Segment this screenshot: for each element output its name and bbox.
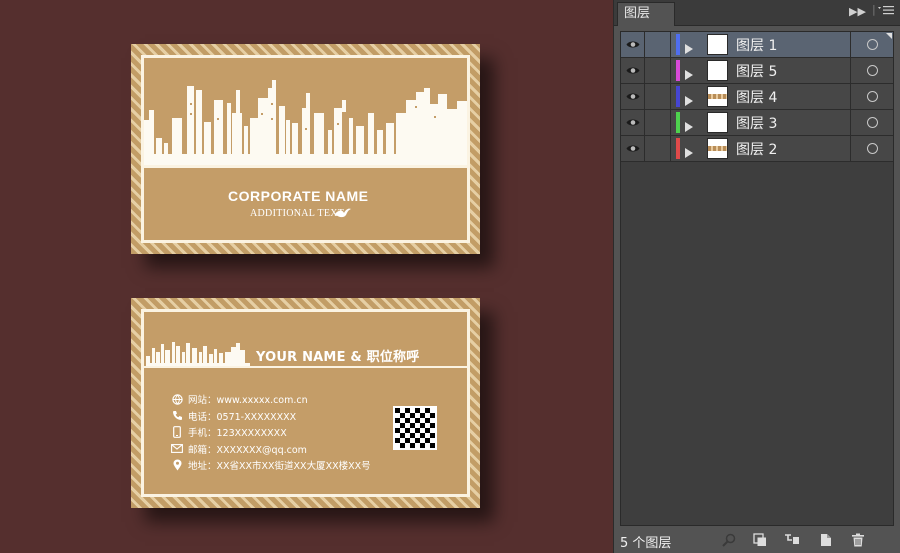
- layer-row[interactable]: 图层 2: [621, 136, 893, 162]
- company-name: CORPORATE NAME: [228, 188, 369, 204]
- visibility-eye-icon[interactable]: [621, 110, 645, 135]
- target-circle-icon: [866, 117, 878, 128]
- layer-name[interactable]: 图层 2: [736, 139, 777, 159]
- layer-row[interactable]: 图层 1: [621, 32, 893, 58]
- phone-icon: [170, 410, 184, 422]
- skyline-ground-band: [144, 165, 467, 168]
- target-circle-icon: [866, 91, 878, 102]
- layer-color-swatch: [676, 60, 680, 81]
- mail-icon: [170, 443, 184, 455]
- expand-arrow-icon[interactable]: [685, 117, 693, 136]
- target-circle-icon: [866, 39, 878, 50]
- layer-color-swatch: [676, 34, 680, 55]
- lock-toggle[interactable]: [646, 136, 671, 161]
- locate-object-icon[interactable]: [721, 532, 737, 548]
- target-circle-icon: [866, 65, 878, 76]
- small-skyline-graphic: [146, 342, 250, 368]
- header-divider: [144, 366, 467, 368]
- visibility-eye-icon[interactable]: [621, 84, 645, 109]
- qr-code: [393, 406, 437, 450]
- contact-email-text: 邮箱：XXXXXXX@qq.com: [188, 444, 307, 456]
- layer-row[interactable]: 图层 4: [621, 84, 893, 110]
- expand-arrow-icon[interactable]: [685, 65, 693, 84]
- tab-layers[interactable]: 图层: [617, 2, 675, 26]
- expand-arrow-icon[interactable]: [685, 39, 693, 58]
- visibility-eye-icon[interactable]: [621, 32, 645, 57]
- business-card-front[interactable]: CORPORATE NAME ADDITIONAL TEXT: [131, 44, 480, 254]
- contact-email: 邮箱：XXXXXXX@qq.com: [170, 441, 371, 458]
- lock-toggle[interactable]: [646, 84, 671, 109]
- additional-text: ADDITIONAL TEXT: [250, 208, 345, 219]
- contact-website: 网站：www.xxxxx.com.cn: [170, 391, 371, 408]
- target-cell[interactable]: [850, 110, 893, 135]
- business-card-back[interactable]: YOUR NAME & 职位称呼 网站：www.xxxxx.com.cn 电话：…: [131, 298, 480, 508]
- layer-thumbnail: [707, 34, 728, 55]
- expand-arrow-icon[interactable]: [685, 143, 693, 162]
- layer-thumbnail: [707, 86, 728, 107]
- layer-count: 5 个图层: [620, 536, 672, 551]
- contact-website-text: 网站：www.xxxxx.com.cn: [188, 395, 308, 407]
- clipping-mask-icon[interactable]: [752, 532, 768, 548]
- layer-name[interactable]: 图层 3: [736, 113, 777, 133]
- new-layer-icon[interactable]: [817, 532, 833, 548]
- bird-logo-icon: [335, 208, 351, 218]
- contact-list: 网站：www.xxxxx.com.cn 电话：0571-XXXXXXXX 手机：…: [170, 391, 371, 474]
- new-sublayer-icon[interactable]: [784, 532, 800, 548]
- mobile-icon: [170, 426, 184, 439]
- layer-color-swatch: [676, 112, 680, 133]
- visibility-eye-icon[interactable]: [621, 136, 645, 161]
- location-icon: [170, 459, 184, 471]
- contact-phone: 电话：0571-XXXXXXXX: [170, 408, 371, 425]
- lock-toggle[interactable]: [646, 32, 671, 57]
- city-skyline-graphic: [144, 80, 467, 166]
- layer-thumbnail: [707, 112, 728, 133]
- contact-address: 地址：XX省XX市XX街道XX大厦XX楼XX号: [170, 457, 371, 474]
- layer-name[interactable]: 图层 1: [736, 35, 777, 55]
- selection-corner-icon: [886, 33, 892, 39]
- layer-row[interactable]: 图层 5: [621, 58, 893, 84]
- panel-menu-icon[interactable]: [878, 5, 894, 19]
- delete-layer-icon[interactable]: [850, 532, 866, 548]
- layer-thumbnail: [707, 138, 728, 159]
- contact-phone-text: 电话：0571-XXXXXXXX: [188, 411, 297, 423]
- contact-mobile: 手机：123XXXXXXXX: [170, 424, 371, 441]
- target-circle-icon: [866, 143, 878, 154]
- target-cell[interactable]: [850, 58, 893, 83]
- lock-toggle[interactable]: [646, 58, 671, 83]
- globe-icon: [170, 393, 184, 405]
- layer-row[interactable]: 图层 3: [621, 110, 893, 136]
- layer-name[interactable]: 图层 5: [736, 61, 777, 81]
- layer-color-swatch: [676, 86, 680, 107]
- visibility-eye-icon[interactable]: [621, 58, 645, 83]
- panel-header: 图层 ▶▶ |: [614, 0, 900, 26]
- lock-toggle[interactable]: [646, 110, 671, 135]
- card-front-inner: CORPORATE NAME ADDITIONAL TEXT: [141, 55, 470, 243]
- target-cell[interactable]: [850, 84, 893, 109]
- layer-thumbnail: [707, 60, 728, 81]
- panel-divider: |: [872, 3, 876, 16]
- layers-panel: 图层 ▶▶ | 图层 1 图层 5 图层 4 图层 3 图层 2 5 个图层: [613, 0, 900, 553]
- collapse-panel-icon[interactable]: ▶▶: [849, 5, 866, 18]
- name-and-title: YOUR NAME & 职位称呼: [256, 350, 420, 365]
- card-back-inner: YOUR NAME & 职位称呼 网站：www.xxxxx.com.cn 电话：…: [141, 309, 470, 497]
- contact-address-text: 地址：XX省XX市XX街道XX大厦XX楼XX号: [188, 461, 371, 473]
- layer-color-swatch: [676, 138, 680, 159]
- layer-name[interactable]: 图层 4: [736, 87, 777, 107]
- layer-list: 图层 1 图层 5 图层 4 图层 3 图层 2: [620, 31, 894, 526]
- panel-footer: 5 个图层: [614, 527, 900, 553]
- expand-arrow-icon[interactable]: [685, 91, 693, 110]
- contact-mobile-text: 手机：123XXXXXXXX: [188, 428, 287, 440]
- target-cell[interactable]: [850, 136, 893, 161]
